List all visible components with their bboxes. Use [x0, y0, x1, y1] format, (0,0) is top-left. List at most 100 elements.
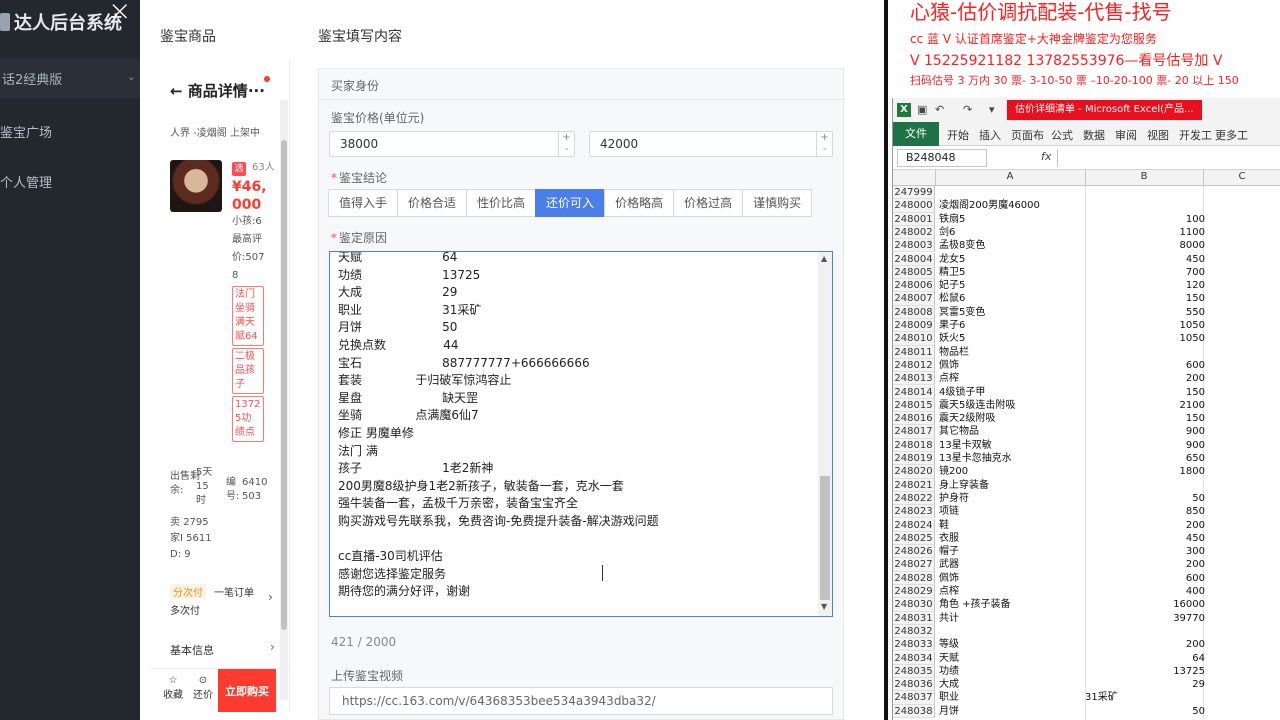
conclusion-option[interactable]: 价格合适: [397, 189, 468, 217]
price-max-input[interactable]: 42000 + -: [589, 131, 833, 157]
cell-b[interactable]: 150: [1085, 412, 1205, 425]
cell-a[interactable]: 功绩: [939, 665, 1085, 678]
row-number[interactable]: 248030: [893, 598, 935, 612]
ribbon-tab[interactable]: 页面布: [1011, 127, 1044, 143]
basic-info[interactable]: 基本信息: [170, 642, 214, 658]
cell-a[interactable]: 冥雷5变色: [939, 306, 1085, 319]
cell-b[interactable]: 200: [1085, 519, 1205, 532]
cell-b[interactable]: 1100: [1085, 226, 1205, 239]
cell-a[interactable]: 其它物品: [939, 425, 1085, 438]
redo-icon[interactable]: ↷: [963, 103, 972, 116]
row-number[interactable]: 248036: [893, 678, 935, 692]
cell-a[interactable]: 剑6: [939, 226, 1085, 239]
cell-a[interactable]: 妖火5: [939, 332, 1085, 345]
cell-b[interactable]: 550: [1085, 306, 1205, 319]
cell-b[interactable]: 900: [1085, 439, 1205, 452]
buy-now-button[interactable]: 立即购买: [218, 669, 276, 712]
col-header-b[interactable]: B: [1085, 171, 1203, 182]
cell-b[interactable]: 600: [1085, 572, 1205, 585]
favorite-button[interactable]: ☆ 收藏: [160, 675, 186, 701]
row-number[interactable]: 248007: [893, 292, 935, 306]
cell-a[interactable]: 龙女5: [939, 253, 1085, 266]
nav-item-jianbao-square[interactable]: 鉴宝广场: [0, 122, 52, 141]
row-number[interactable]: 248015: [893, 398, 935, 413]
cell-b[interactable]: 700: [1085, 266, 1205, 279]
col-header-a[interactable]: A: [935, 171, 1085, 182]
cell-a[interactable]: 身上穿装备: [939, 479, 1085, 492]
row-number[interactable]: 248010: [893, 332, 935, 346]
ribbon-tab[interactable]: 插入: [979, 127, 1001, 143]
row-number[interactable]: 248001: [893, 212, 935, 226]
row-number[interactable]: 248021: [893, 478, 935, 492]
ribbon-tab[interactable]: 更多工: [1215, 127, 1248, 143]
row-number[interactable]: 248012: [893, 358, 935, 373]
row-number[interactable]: 248002: [893, 225, 935, 240]
cell-a[interactable]: 佩饰: [939, 572, 1085, 585]
cell-a[interactable]: 等级: [939, 638, 1085, 651]
row-number[interactable]: 248000: [893, 199, 935, 213]
ribbon-tab[interactable]: 开发工: [1179, 127, 1212, 143]
cell-a[interactable]: 精卫5: [939, 266, 1085, 279]
row-number[interactable]: 248011: [893, 345, 935, 359]
row-number[interactable]: 248017: [893, 425, 935, 439]
price-min-input[interactable]: 38000 + -: [329, 131, 575, 157]
col-header-c[interactable]: C: [1203, 171, 1280, 182]
row-number[interactable]: 248006: [893, 279, 935, 293]
cell-a[interactable]: 13星卡双敏: [939, 439, 1085, 452]
row-number[interactable]: 248019: [893, 452, 935, 466]
cell-b[interactable]: 1050: [1085, 332, 1205, 345]
cell-a[interactable]: 共计: [939, 612, 1085, 625]
version-select[interactable]: 话2经典版 ⌄: [0, 58, 140, 98]
cell-b[interactable]: 900: [1085, 425, 1205, 438]
scroll-down-icon[interactable]: ▼: [821, 602, 827, 611]
cell-b[interactable]: 50: [1085, 492, 1205, 505]
bargain-button[interactable]: ⊙ 还价: [190, 675, 216, 701]
row-number[interactable]: 247999: [893, 186, 935, 200]
installment-row[interactable]: 分次付 一笔订单 多次付 ›: [150, 578, 289, 622]
name-box[interactable]: B248048: [897, 149, 987, 167]
row-number[interactable]: 248003: [893, 239, 935, 253]
cell-a[interactable]: 佩饰: [939, 359, 1085, 372]
cell-a[interactable]: 武器: [939, 558, 1085, 571]
cell-a[interactable]: 松鼠6: [939, 292, 1085, 305]
cell-b[interactable]: 64: [1085, 652, 1205, 665]
cell-b[interactable]: 100: [1085, 213, 1205, 226]
cell-b[interactable]: 13725: [1085, 665, 1205, 678]
cell-b[interactable]: 850: [1085, 505, 1205, 518]
conclusion-option[interactable]: 价格过高: [673, 189, 744, 217]
fx-icon[interactable]: fx: [1041, 150, 1051, 163]
nav-item-personal[interactable]: 个人管理: [0, 172, 52, 191]
row-number[interactable]: 248028: [893, 571, 935, 585]
row-number[interactable]: 248022: [893, 491, 935, 506]
cell-b[interactable]: 1800: [1085, 465, 1205, 478]
reason-textarea[interactable]: ▲ ▼ 天赋 64 功绩 13725 大成 29 职业 31采矿 月饼 50 兑换点数 4…: [329, 251, 833, 617]
increment-icon[interactable]: +: [816, 132, 832, 144]
cell-a[interactable]: 果子6: [939, 319, 1085, 332]
row-number[interactable]: 248020: [893, 465, 935, 479]
cell-b[interactable]: 39770: [1085, 612, 1205, 625]
cell-a[interactable]: 4级锁子甲: [939, 386, 1085, 399]
cell-a[interactable]: 凌烟阁200男魔46000: [939, 199, 1085, 212]
cell-a[interactable]: 震天2级附吸: [939, 412, 1085, 425]
product-scrollbar[interactable]: [280, 100, 288, 700]
row-number[interactable]: 248018: [893, 438, 935, 452]
scroll-up-icon[interactable]: ▲: [821, 254, 827, 263]
cell-a[interactable]: 护身符: [939, 492, 1085, 505]
formula-input[interactable]: [1057, 149, 1280, 167]
ribbon-tab[interactable]: 开始: [947, 127, 969, 143]
cell-b[interactable]: 8000: [1085, 239, 1205, 252]
cell-a[interactable]: 铁扇5: [939, 213, 1085, 226]
row-number[interactable]: 248013: [893, 372, 935, 386]
undo-icon[interactable]: ↶: [935, 103, 944, 116]
cell-a[interactable]: 点榨: [939, 585, 1085, 598]
cell-a[interactable]: 13星卡忽抽克水: [939, 452, 1085, 465]
cell-a[interactable]: 镜200: [939, 465, 1085, 478]
quick-access-dropdown-icon[interactable]: ▾: [989, 103, 995, 116]
decrement-icon[interactable]: -: [816, 144, 832, 156]
ribbon-tab[interactable]: 视图: [1147, 127, 1169, 143]
cell-a[interactable]: 职业: [939, 691, 1085, 704]
row-number[interactable]: 248026: [893, 545, 935, 559]
increment-icon[interactable]: +: [558, 132, 574, 144]
close-icon[interactable]: ×: [108, 0, 131, 27]
row-number[interactable]: 248005: [893, 265, 935, 280]
